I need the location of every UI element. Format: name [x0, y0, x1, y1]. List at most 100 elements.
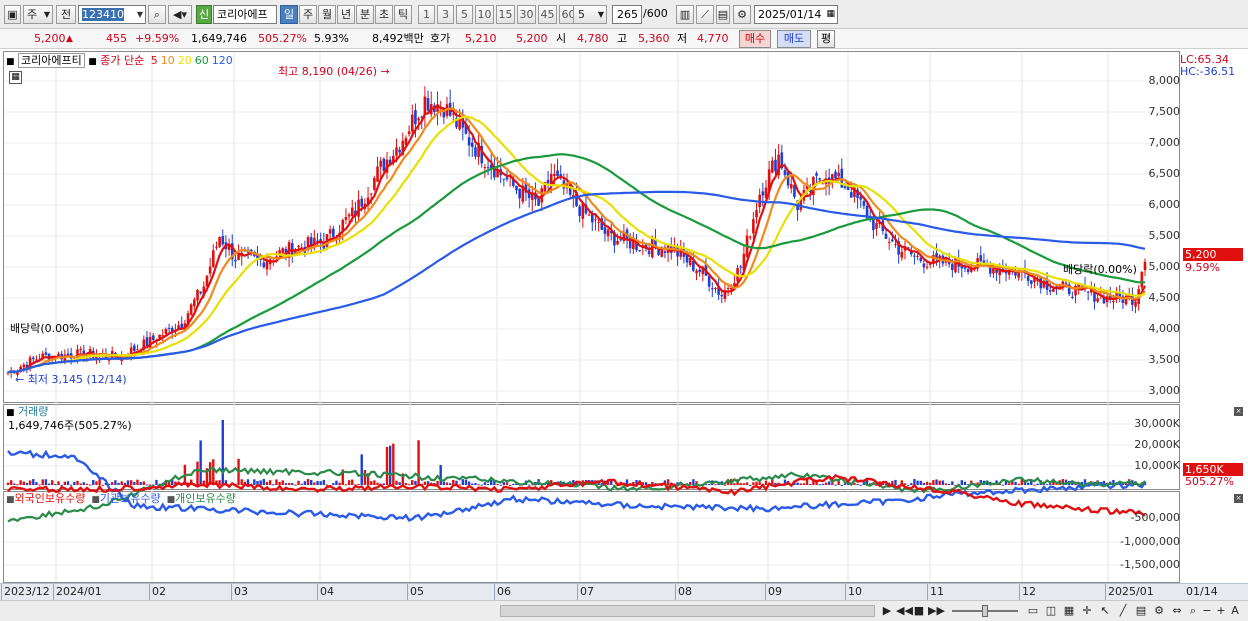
font-size-icon[interactable]: A [1228, 604, 1242, 618]
legend-ma-5[interactable]: 5 [151, 54, 158, 67]
cursor-icon[interactable]: ↖ [1098, 604, 1112, 618]
volume-title[interactable]: 거래량 [18, 405, 48, 418]
interval-button[interactable]: 45 [538, 5, 557, 24]
volume-bar [929, 482, 932, 485]
sell-button[interactable]: 매도 [777, 30, 811, 48]
legend-ma-prefix[interactable]: 종가 단순 [100, 54, 144, 67]
split-icon[interactable]: ◫ [1044, 604, 1058, 618]
close-icon[interactable]: × [1234, 494, 1243, 503]
high-label: 고 [617, 32, 628, 45]
chart-canvas[interactable] [0, 51, 1248, 601]
date-tick [927, 584, 928, 600]
legend-ma-60[interactable]: 60 [195, 54, 209, 67]
tab-period[interactable]: 틱 [394, 5, 412, 24]
horizontal-scrollbar[interactable] [500, 605, 875, 617]
chart-area[interactable]: ■ 코리아에프티 ■ 종가 단순 5 10 20 60 120 ▦ 최고 8,190 (… [0, 51, 1248, 601]
stock-name-display[interactable]: 코리아에프 [213, 5, 277, 24]
interval-button[interactable]: 30 [517, 5, 536, 24]
crosshair-icon[interactable]: ✛ [1080, 604, 1094, 618]
holding-axis-label: -1,500,000 [1120, 558, 1180, 571]
volume-bar [262, 478, 266, 485]
interval-button[interactable]: 5 [456, 5, 473, 24]
volume-bar [398, 482, 401, 485]
line-icon[interactable]: ╱ [1116, 604, 1130, 618]
date-input[interactable]: 2025/01/14 ▦ [754, 5, 838, 24]
candle-body [44, 352, 48, 355]
tab-period[interactable]: 초 [375, 5, 393, 24]
close-icon[interactable]: × [1234, 407, 1243, 416]
volume-bar [944, 483, 948, 485]
window-icon[interactable]: ▣ [4, 5, 21, 24]
grid-icon[interactable]: ▦ [1062, 604, 1076, 618]
interval-button[interactable]: 15 [496, 5, 515, 24]
holding-legend-item[interactable]: 외국인보유수량 [15, 492, 86, 505]
legend-stock-name[interactable]: 코리아에프티 [18, 53, 85, 68]
candle-body [862, 201, 866, 206]
up-arrow-icon: ▲ [66, 34, 73, 44]
eval-button[interactable]: 평 [817, 30, 835, 48]
rewind-icon[interactable]: ◀◀ [896, 604, 913, 618]
settings-icon[interactable]: ⚙ [1152, 604, 1166, 618]
interval-button[interactable]: 3 [437, 5, 454, 24]
date-tick [494, 584, 495, 600]
low-annotation: ← 최저 3,145 (12/14) [15, 373, 127, 386]
tab-period[interactable]: 월 [318, 5, 336, 24]
volume-bar [799, 483, 802, 485]
volume-bar [25, 482, 29, 485]
candle-body [328, 229, 332, 234]
tab-period[interactable]: 일 [280, 5, 298, 24]
scroll-right-icon[interactable]: ▶ [880, 604, 894, 618]
prev-button[interactable]: 전 [56, 5, 76, 24]
volume-bar [142, 481, 146, 485]
candle-body [193, 299, 196, 307]
tab-period[interactable]: 주 [299, 5, 317, 24]
count-input[interactable]: 265 [612, 5, 642, 24]
chart-type-icon[interactable]: ▤ [1134, 604, 1148, 618]
volume-bar [155, 479, 158, 485]
date-label: 2024/01 [56, 585, 102, 598]
date-label: 12 [1022, 585, 1036, 598]
fast-forward-icon[interactable]: ▶▶ [928, 604, 945, 618]
volume-bar [758, 482, 761, 485]
trendline-icon[interactable]: ⟋ [696, 5, 714, 24]
search-icon[interactable]: ⌕ [1186, 604, 1200, 618]
zoom-slider-handle[interactable] [982, 605, 988, 617]
gear-icon[interactable]: ⚙ [733, 5, 751, 24]
stop-icon[interactable]: ■ [912, 604, 926, 618]
volume-bar [47, 483, 51, 485]
candle-body [606, 229, 610, 237]
candle-body [483, 167, 487, 169]
market-select[interactable]: 주 ▼ [23, 5, 53, 24]
new-badge[interactable]: 신 [196, 5, 212, 24]
layout-icon[interactable]: ▭ [1026, 604, 1040, 618]
speaker-icon[interactable]: ◀▾ [168, 5, 192, 24]
legend-ma-20[interactable]: 20 [178, 54, 192, 67]
holding-legend-item[interactable]: 기관보유수량 [100, 492, 161, 505]
interval-select[interactable]: 5 ▼ [573, 5, 607, 24]
table-toggle-icon[interactable]: ▦ [9, 71, 22, 84]
move-icon[interactable]: ⇔ [1170, 604, 1184, 618]
stock-code-input[interactable]: 123410 ▼ [78, 5, 146, 24]
candle-body [221, 236, 225, 245]
legend-ma-10[interactable]: 10 [161, 54, 175, 67]
volume-bar [344, 484, 348, 486]
interval-button[interactable]: 1 [418, 5, 435, 24]
interval-button[interactable]: 10 [475, 5, 494, 24]
holding-axis-label: -1,000,000 [1120, 535, 1180, 548]
candle-body [347, 214, 351, 217]
zoom-out-icon[interactable]: − [1200, 604, 1214, 618]
search-icon[interactable]: ⌕ [148, 5, 166, 24]
holding-legend-item[interactable]: 개인보유수량 [175, 492, 236, 505]
indicator-icon[interactable]: ▥ [676, 5, 694, 24]
tab-period[interactable]: 년 [337, 5, 355, 24]
buy-button[interactable]: 매수 [739, 30, 771, 48]
volume-bar [35, 482, 38, 485]
save-icon[interactable]: ▤ [716, 5, 730, 24]
zoom-in-icon[interactable]: + [1214, 604, 1228, 618]
candle-body [22, 364, 26, 368]
volume-bar [1045, 484, 1049, 486]
volume-axis-label: 30,000K [1134, 417, 1180, 430]
candle-body [695, 270, 698, 274]
tab-period[interactable]: 분 [356, 5, 374, 24]
legend-ma-120[interactable]: 120 [212, 54, 233, 67]
